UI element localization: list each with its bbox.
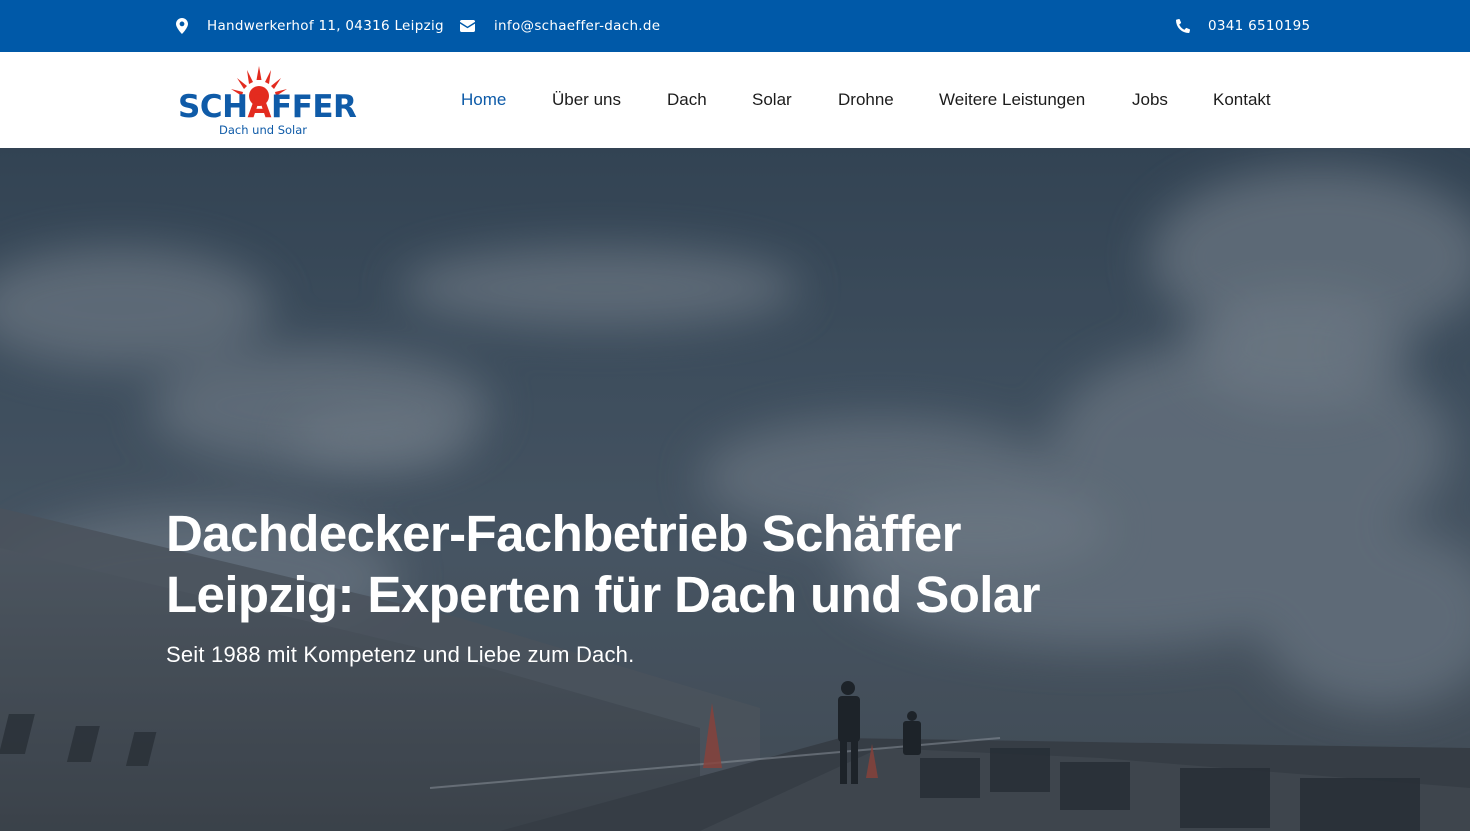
email-text: info@schaeffer-dach.de <box>494 18 661 34</box>
nav-item-kontakt[interactable]: Kontakt <box>1213 52 1271 148</box>
envelope-icon <box>460 20 475 32</box>
phone-text: 0341 6510195 <box>1208 18 1311 34</box>
hero-section: Dachdecker-Fachbetrieb Schäffer Leipzig:… <box>0 148 1470 831</box>
email-link[interactable]: info@schaeffer-dach.de <box>460 0 660 52</box>
main-navigation: Home Über uns Dach Solar Drohne Weitere … <box>0 52 1470 148</box>
top-info-bar: Handwerkerhof 11, 04316 Leipzig info@sch… <box>0 0 1470 52</box>
nav-item-weitere-leistungen[interactable]: Weitere Leistungen <box>939 52 1085 148</box>
site-header: SCHAFFER Dach und Solar Home Über uns Da… <box>0 52 1470 148</box>
hero-headline: Dachdecker-Fachbetrieb Schäffer Leipzig:… <box>166 505 1040 623</box>
nav-item-dach[interactable]: Dach <box>667 52 707 148</box>
nav-item-home[interactable]: Home <box>461 52 506 148</box>
address-link[interactable]: Handwerkerhof 11, 04316 Leipzig <box>176 0 444 52</box>
nav-item-ueber-uns[interactable]: Über uns <box>552 52 621 148</box>
address-text: Handwerkerhof 11, 04316 Leipzig <box>207 18 444 34</box>
nav-item-solar[interactable]: Solar <box>752 52 792 148</box>
phone-icon <box>1176 19 1190 33</box>
location-pin-icon <box>176 18 188 34</box>
phone-link[interactable]: 0341 6510195 <box>1176 0 1310 52</box>
hero-subline: Seit 1988 mit Kompetenz und Liebe zum Da… <box>166 642 635 667</box>
nav-item-drohne[interactable]: Drohne <box>838 52 894 148</box>
hero-background-image <box>0 148 1470 831</box>
nav-item-jobs[interactable]: Jobs <box>1132 52 1168 148</box>
